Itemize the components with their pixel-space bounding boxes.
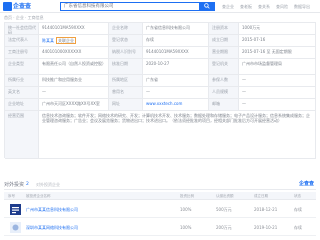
field-label: 企业地址 bbox=[8, 101, 24, 106]
company-logo-icon bbox=[10, 222, 21, 233]
field-value: 440101000XXXXXX bbox=[42, 49, 82, 54]
established-date: 2018-12-21 bbox=[254, 207, 278, 212]
status-badge: 存续 bbox=[294, 207, 302, 212]
field-value: 91440101MA59XXXX bbox=[42, 25, 85, 30]
table-row: 英文名 — 曾用名 — 人员规模 — bbox=[5, 87, 316, 99]
field-value: — bbox=[242, 89, 246, 94]
field-value: — bbox=[146, 89, 150, 94]
column-header: 序号 bbox=[8, 194, 15, 198]
field-label: 纳税人识别号 bbox=[112, 49, 136, 54]
field-label: 企业类型 bbox=[8, 61, 24, 66]
section-subtitle: 对外投资企业 bbox=[36, 182, 60, 187]
field-label: 注册资本 bbox=[212, 25, 228, 30]
field-label: 所属行业 bbox=[8, 77, 24, 82]
field-value: — bbox=[242, 101, 246, 106]
business-scope-text: 信息技术咨询服务；软件开发；网络技术的研究、开发；计算机技术开发、技术服务；数据… bbox=[42, 113, 310, 123]
table-row: 法定代表人 陈某某 关联企业 登记状态 存续 成立日期 2015-07-16 bbox=[5, 35, 316, 47]
legal-rep-cell: 陈某某 关联企业 bbox=[42, 37, 106, 44]
table-row[interactable]: 广州市某某信息科技有限公司 100% 500万元 2018-12-21 存续 bbox=[4, 201, 316, 218]
field-value: 有限责任公司（自然人投资或控股） bbox=[42, 61, 106, 66]
field-value: 1000万元 bbox=[242, 25, 261, 30]
investments-section-header: 对外投资 2 对外投资企业 企查查 bbox=[4, 180, 316, 190]
field-label: 英文名 bbox=[8, 89, 20, 94]
field-label: 参保人数 bbox=[212, 77, 228, 82]
field-label: 曾用名 bbox=[112, 89, 124, 94]
search-icon bbox=[204, 3, 210, 9]
nav-item-risk[interactable]: 查风险 bbox=[276, 4, 288, 9]
investments-table-header: 序号 被投资企业名称 投资比例 认缴出资额 成立日期 状态 bbox=[4, 192, 316, 200]
field-label: 所属地区 bbox=[112, 77, 128, 82]
field-label: 登记状态 bbox=[112, 37, 128, 42]
breadcrumb: 首页 · 企业 · 工商信息 bbox=[4, 15, 44, 20]
table-row: 统一社会信用代码 91440101MA59XXXX 企业名称 广东省信息科技有限… bbox=[5, 23, 316, 35]
nav-item-relation[interactable]: 查关系 bbox=[258, 4, 270, 9]
field-value: 科技推广和应用服务业 bbox=[42, 77, 82, 82]
table-row: 企业地址 广州市天河区XXXX路XX号XX室 网址 www.xxxtech.co… bbox=[5, 99, 316, 111]
search-button[interactable] bbox=[200, 2, 215, 11]
field-label: 法定代表人 bbox=[8, 37, 28, 42]
field-label: 营业期限 bbox=[212, 49, 228, 54]
field-value: 广州市天河区XXXX路XX号XX室 bbox=[42, 101, 100, 106]
watermark-logo: 企查查 bbox=[298, 181, 314, 187]
field-label: 人员规模 bbox=[212, 89, 228, 94]
field-value: 2015-07-16 bbox=[242, 37, 266, 42]
website-link[interactable]: www.xxxtech.com bbox=[146, 101, 206, 106]
search-input[interactable]: 广东省信息科技有限公司 bbox=[60, 2, 200, 11]
field-value: 2020-10-27 bbox=[146, 61, 170, 66]
field-label: 登记机关 bbox=[212, 61, 228, 66]
section-count: 2 bbox=[26, 182, 29, 187]
field-label: 统一社会信用代码 bbox=[8, 25, 36, 34]
field-label: 网址 bbox=[112, 101, 120, 106]
column-header: 认缴出资额 bbox=[216, 194, 234, 198]
business-scope-row: 经营范围 信息技术咨询服务；软件开发；网络技术的研究、开发；计算机技术开发、技术… bbox=[5, 111, 316, 159]
field-label: 企业名称 bbox=[112, 25, 128, 30]
logo-text: 企查查 bbox=[13, 3, 32, 10]
investment-ratio: 100% bbox=[180, 207, 192, 212]
column-header: 被投资企业名称 bbox=[26, 194, 51, 198]
field-value: 2015-07-16 至 无固定期限 bbox=[242, 49, 292, 54]
top-bar: 企查查 广东省信息科技有限公司 查企业 查老板 查关系 查风险 数据导出 bbox=[0, 0, 320, 13]
field-label: 邮箱 bbox=[212, 101, 220, 106]
legal-rep-link[interactable]: 陈某某 bbox=[42, 38, 54, 43]
field-value: 91440101MA59XXXX bbox=[146, 49, 189, 54]
table-row: 企业类型 有限责任公司（自然人投资或控股） 核准日期 2020-10-27 登记… bbox=[5, 59, 316, 75]
field-value: 存续 bbox=[146, 37, 154, 42]
table-row: 工商注册号 440101000XXXXXX 纳税人识别号 91440101MA5… bbox=[5, 47, 316, 59]
section-title: 对外投资 bbox=[4, 182, 25, 188]
field-value: 广州市市场监督管理局 bbox=[242, 61, 282, 66]
logo-icon bbox=[3, 2, 12, 11]
investment-ratio: 100% bbox=[180, 225, 192, 230]
brand-logo[interactable]: 企查查 bbox=[3, 2, 33, 11]
field-label: 经营范围 bbox=[8, 113, 24, 118]
invested-company-link[interactable]: 广州市某某信息科技有限公司 bbox=[26, 207, 78, 212]
nav-item-company[interactable]: 查企业 bbox=[222, 4, 234, 9]
table-row[interactable]: 深圳市某某网络科技有限公司 100% 200万元 2019-10-21 存续 bbox=[4, 219, 316, 236]
field-label: 成立日期 bbox=[212, 37, 228, 42]
company-logo-icon bbox=[10, 204, 21, 215]
table-row: 所属行业 科技推广和应用服务业 所属地区 广东省 参保人数 — bbox=[5, 75, 316, 87]
field-label: 核准日期 bbox=[112, 61, 128, 66]
status-badge: 存续 bbox=[294, 225, 302, 230]
field-value: — bbox=[242, 77, 246, 82]
field-value: — bbox=[42, 89, 46, 94]
established-date: 2019-10-21 bbox=[254, 225, 278, 230]
nav-item-export[interactable]: 数据导出 bbox=[294, 4, 310, 9]
business-info-table: 统一社会信用代码 91440101MA59XXXX 企业名称 广东省信息科技有限… bbox=[4, 22, 316, 159]
nav-item-boss[interactable]: 查老板 bbox=[240, 4, 252, 9]
search-value: 广东省信息科技有限公司 bbox=[64, 4, 114, 9]
field-value: 广东省信息科技有限公司 bbox=[146, 25, 190, 30]
column-header: 状态 bbox=[294, 194, 301, 198]
investment-amount: 500万元 bbox=[216, 207, 232, 212]
field-label: 工商注册号 bbox=[8, 49, 28, 54]
field-value: 广东省 bbox=[146, 77, 158, 82]
investment-amount: 200万元 bbox=[216, 225, 232, 230]
column-header: 投资比例 bbox=[180, 194, 194, 198]
related-badge[interactable]: 关联企业 bbox=[56, 37, 76, 44]
invested-company-link[interactable]: 深圳市某某网络科技有限公司 bbox=[26, 225, 78, 230]
column-header: 成立日期 bbox=[254, 194, 268, 198]
